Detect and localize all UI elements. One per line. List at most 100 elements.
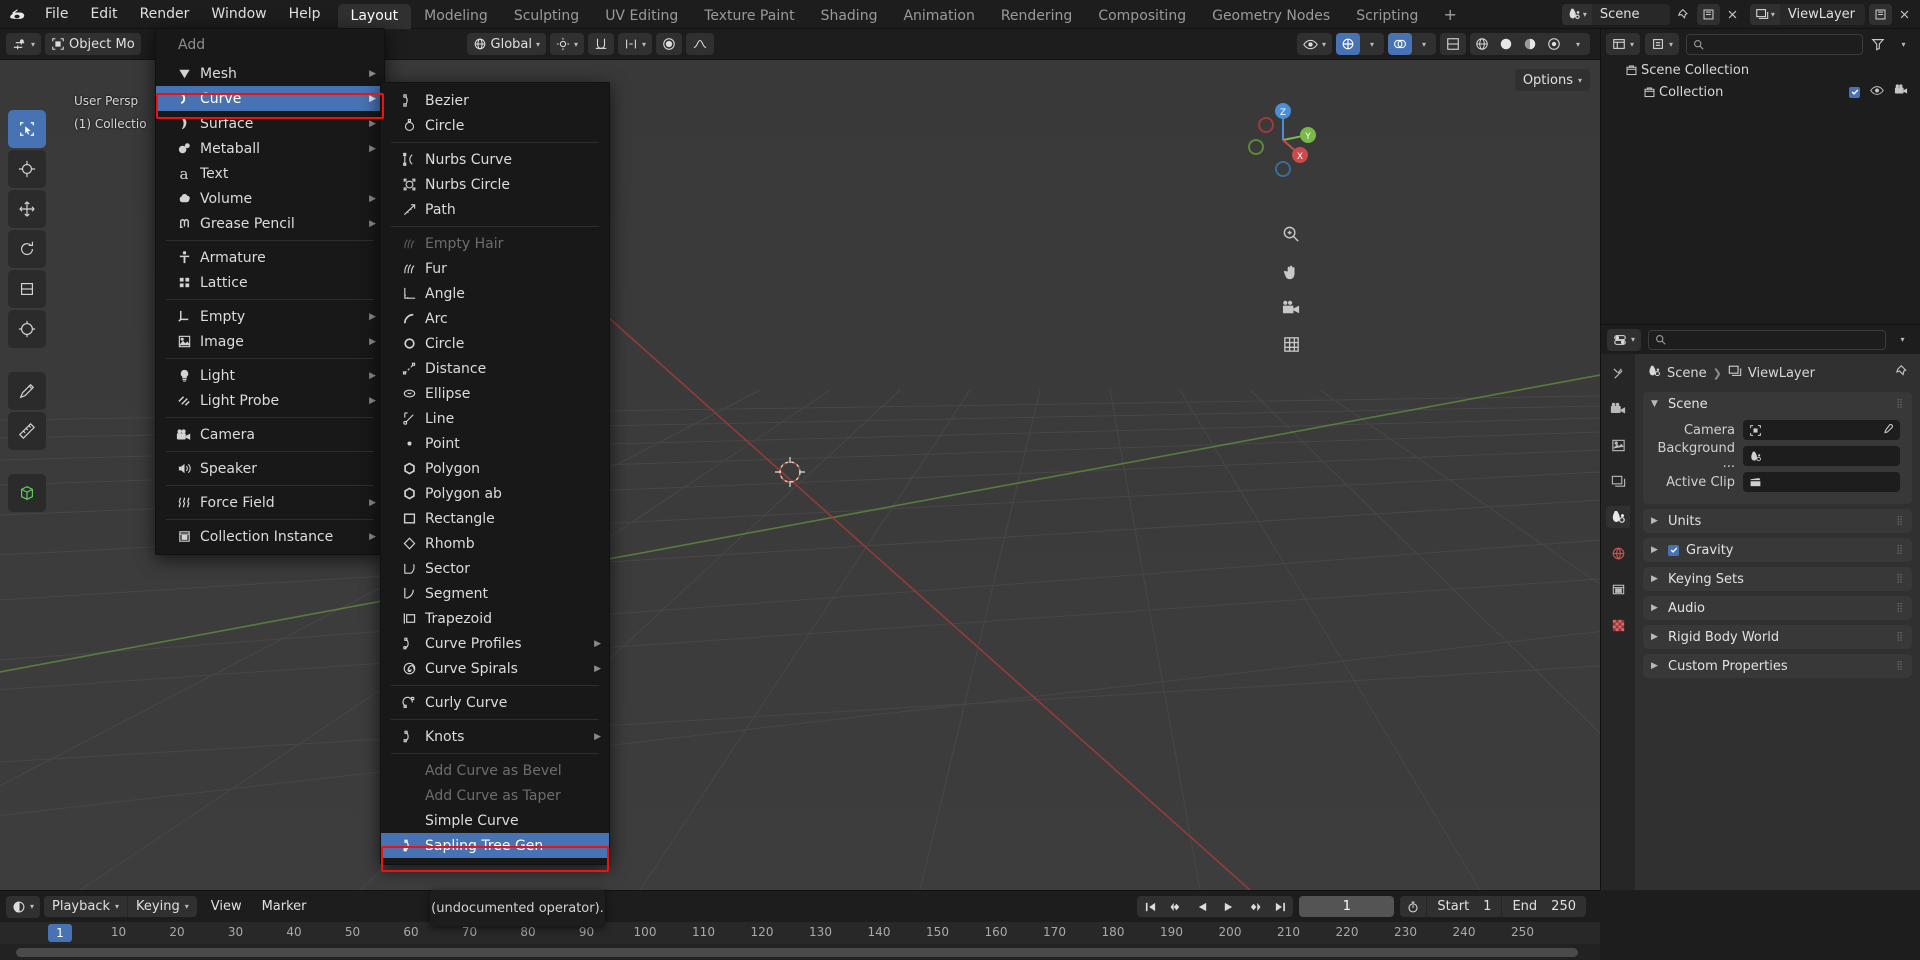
timeline-menu-marker[interactable]: Marker <box>252 896 317 917</box>
previous-keyframe-icon[interactable] <box>1163 896 1189 917</box>
add-menu-item-text[interactable]: a Text <box>156 161 384 186</box>
panel-header-keying-sets[interactable]: ▶ Keying Sets ⣿ <box>1643 567 1912 591</box>
curve-menu-item-sector[interactable]: Sector <box>381 556 609 581</box>
menu-edit[interactable]: Edit <box>79 0 128 29</box>
scene-name-value[interactable]: Scene <box>1592 7 1670 22</box>
viewlayer-icon[interactable]: ▾ <box>1749 3 1780 25</box>
gizmo-options-chevron[interactable]: ▾ <box>1360 33 1384 55</box>
outliner-editor-type-selector[interactable]: ▾ <box>1606 33 1641 55</box>
add-menu-item-camera[interactable]: Camera <box>156 422 384 447</box>
menu-help[interactable]: Help <box>278 0 332 29</box>
tool-add-cube-icon[interactable] <box>8 474 46 512</box>
panel-header-units[interactable]: ▶ Units ⣿ <box>1643 509 1912 533</box>
outliner-filter-chevron-icon[interactable]: ▾ <box>1892 34 1915 55</box>
play-reverse-icon[interactable] <box>1189 896 1215 917</box>
properties-tab-output-icon[interactable] <box>1606 434 1630 456</box>
tab-geometry-nodes[interactable]: Geometry Nodes <box>1199 4 1343 29</box>
panel-header-audio[interactable]: ▶ Audio ⣿ <box>1643 596 1912 620</box>
curve-menu-item-nurbs-circle[interactable]: Nurbs Circle <box>381 172 609 197</box>
drag-dots-icon[interactable]: ⣿ <box>1896 400 1904 409</box>
tool-cursor-icon[interactable] <box>8 150 46 188</box>
properties-tab-tool-icon[interactable] <box>1606 362 1630 384</box>
new-scene-icon[interactable] <box>1696 3 1720 25</box>
breadcrumb-viewlayer-label[interactable]: ViewLayer <box>1748 366 1815 381</box>
properties-editor-type-selector[interactable]: ▾ <box>1607 328 1642 351</box>
prop-field-background[interactable] <box>1743 446 1900 466</box>
next-keyframe-icon[interactable] <box>1241 896 1267 917</box>
add-menu-item-grease-pencil[interactable]: Grease Pencil ▶ <box>156 211 384 236</box>
properties-tab-world-icon[interactable] <box>1606 542 1630 564</box>
new-viewlayer-icon[interactable] <box>1869 3 1892 25</box>
frame-start-field[interactable]: Start 1 <box>1426 896 1501 917</box>
panel-header-custom-properties[interactable]: ▶ Custom Properties ⣿ <box>1643 654 1912 678</box>
menu-file[interactable]: File <box>34 0 79 29</box>
add-menu-item-volume[interactable]: Volume ▶ <box>156 186 384 211</box>
curve-menu-item-ellipse[interactable]: Ellipse <box>381 381 609 406</box>
add-menu-item-collection-instance[interactable]: Collection Instance ▶ <box>156 524 384 549</box>
shading-wireframe-button[interactable] <box>1470 33 1494 55</box>
shading-options-chevron[interactable]: ▾ <box>1566 33 1590 55</box>
tool-transform-icon[interactable] <box>8 310 46 348</box>
shading-material-button[interactable] <box>1518 33 1542 55</box>
properties-tab-viewlayer-icon[interactable] <box>1606 470 1630 492</box>
curve-menu-item-segment[interactable]: Segment <box>381 581 609 606</box>
tab-layout[interactable]: Layout <box>337 3 412 29</box>
add-menu-item-metaball[interactable]: Metaball ▶ <box>156 136 384 161</box>
camera-view-icon[interactable] <box>1277 294 1305 322</box>
orthographic-toggle-icon[interactable] <box>1277 330 1305 358</box>
play-icon[interactable] <box>1215 896 1241 917</box>
timeline-editor-type-selector[interactable]: ▾ <box>6 895 41 918</box>
pan-hand-icon[interactable] <box>1277 258 1305 286</box>
snap-toggle-icon[interactable] <box>588 33 615 55</box>
curve-menu-item-point[interactable]: Point <box>381 431 609 456</box>
add-menu-item-mesh[interactable]: Mesh ▶ <box>156 61 384 86</box>
curve-menu-item-circle[interactable]: Circle <box>381 113 609 138</box>
curve-menu-item-rectangle[interactable]: Rectangle <box>381 506 609 531</box>
jump-to-start-icon[interactable] <box>1137 896 1163 917</box>
overlay-options-chevron[interactable]: ▾ <box>1412 33 1436 55</box>
scene-selector[interactable]: ▾ Scene <box>1561 3 1670 25</box>
curve-menu-item-sapling-tree-gen[interactable]: Sapling Tree Gen <box>381 833 609 858</box>
pivot-point-selector[interactable]: ▾ <box>550 33 585 55</box>
breadcrumb-scene-label[interactable]: Scene <box>1667 366 1707 381</box>
tool-measure-icon[interactable] <box>8 412 46 450</box>
viewlayer-selector[interactable]: ▾ ViewLayer <box>1749 3 1865 25</box>
curve-menu-item-distance[interactable]: Distance <box>381 356 609 381</box>
curve-menu-item-knots[interactable]: Knots ▶ <box>381 724 609 749</box>
outliner-filter-icon[interactable] <box>1866 34 1889 55</box>
drag-dots-icon[interactable]: ⣿ <box>1896 546 1904 555</box>
tool-rotate-icon[interactable] <box>8 230 46 268</box>
properties-tab-render-icon[interactable] <box>1606 398 1630 420</box>
curve-menu-item-line[interactable]: Line <box>381 406 609 431</box>
pin-icon[interactable] <box>1895 364 1910 382</box>
outliner-display-mode-selector[interactable]: ▾ <box>1645 33 1680 55</box>
editor-type-selector[interactable]: ▾ <box>6 33 42 55</box>
tab-sculpting[interactable]: Sculpting <box>501 4 592 29</box>
add-menu-item-force-field[interactable]: Force Field ▶ <box>156 490 384 515</box>
curve-menu-item-polygon[interactable]: Polygon <box>381 456 609 481</box>
shading-solid-button[interactable] <box>1494 33 1518 55</box>
proportional-falloff-icon[interactable] <box>686 33 715 55</box>
drag-dots-icon[interactable]: ⣿ <box>1896 662 1904 671</box>
timeline-scrollbar-handle[interactable] <box>16 947 1578 957</box>
curve-submenu[interactable]: Bezier Circle Nurbs Curve Nurbs Circle P… <box>380 82 610 865</box>
curve-menu-item-rhomb[interactable]: Rhomb <box>381 531 609 556</box>
properties-tab-scene-icon[interactable] <box>1606 506 1630 528</box>
delete-viewlayer-icon[interactable] <box>1893 4 1916 25</box>
curve-menu-item-angle[interactable]: Angle <box>381 281 609 306</box>
prop-field-active-clip[interactable] <box>1743 472 1900 492</box>
timeline-menu-playback[interactable]: Playback ▾ <box>44 896 128 917</box>
auto-key-timer-icon[interactable] <box>1400 900 1426 914</box>
scene-icon[interactable]: ▾ <box>1561 3 1592 25</box>
panel-header-scene[interactable]: ▼ Scene ⣿ <box>1643 392 1912 416</box>
viewport-options-button[interactable]: Options ▾ <box>1514 69 1590 91</box>
timeline-scrollbar[interactable] <box>0 944 1600 960</box>
panel-header-rigid-body-world[interactable]: ▶ Rigid Body World ⣿ <box>1643 625 1912 649</box>
tab-shading[interactable]: Shading <box>808 4 891 29</box>
curve-menu-item-path[interactable]: Path <box>381 197 609 222</box>
frame-end-field[interactable]: End 250 <box>1501 896 1586 917</box>
curve-menu-item-trapezoid[interactable]: Trapezoid <box>381 606 609 631</box>
properties-tab-collection-icon[interactable] <box>1606 578 1630 600</box>
add-menu-item-light[interactable]: Light ▶ <box>156 363 384 388</box>
tab-modeling[interactable]: Modeling <box>411 4 501 29</box>
